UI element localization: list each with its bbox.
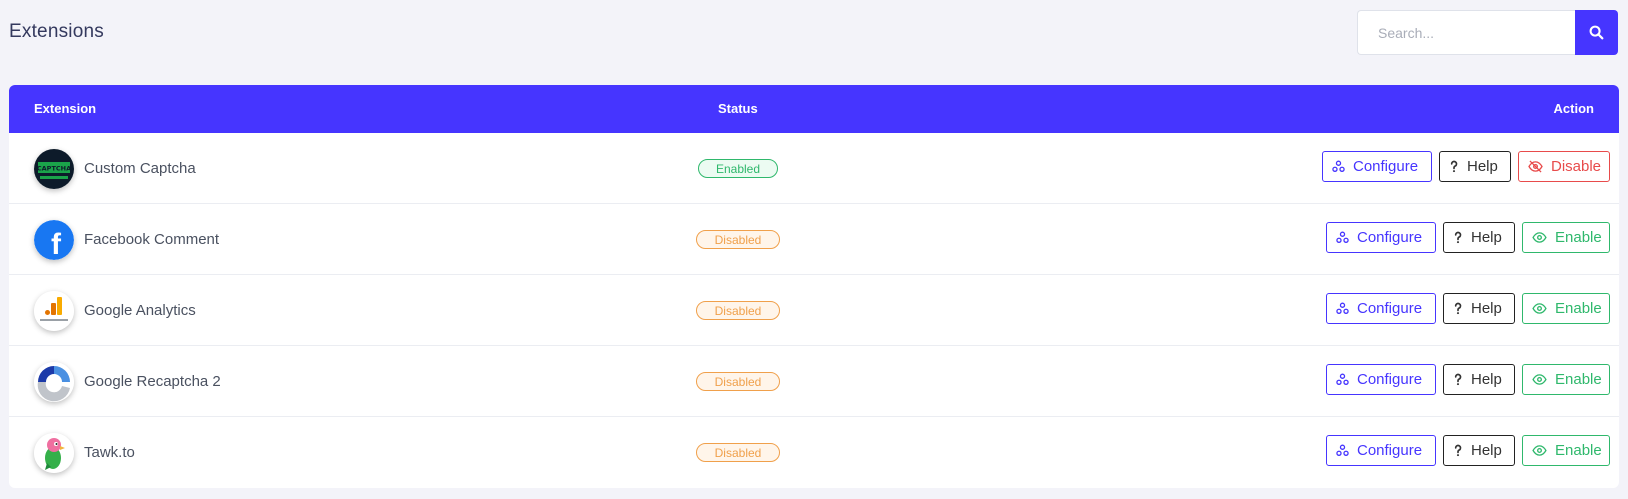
table-row: f Facebook Comment Disabled Configure He… <box>9 204 1619 275</box>
configure-button[interactable]: Configure <box>1326 222 1436 253</box>
column-header-action: Action <box>1553 101 1594 116</box>
help-button[interactable]: Help <box>1443 435 1515 466</box>
search-button[interactable] <box>1575 10 1618 55</box>
table-row: CAPTCHA Custom Captcha Enabled Configure… <box>9 133 1619 204</box>
captcha-logo-text: CAPTCHA <box>37 165 71 173</box>
question-icon <box>1454 373 1462 386</box>
recaptcha-logo <box>34 362 74 402</box>
extension-name: Google Recaptcha 2 <box>84 373 221 390</box>
question-icon <box>1454 302 1462 315</box>
configure-label: Configure <box>1357 229 1423 246</box>
table-row: Tawk.to Disabled Configure Help Enable <box>9 417 1619 488</box>
enable-label: Enable <box>1555 371 1602 388</box>
disable-button[interactable]: Disable <box>1518 151 1610 182</box>
table-row: Google Recaptcha 2 Disabled Configure He… <box>9 346 1619 417</box>
status-badge: Disabled <box>696 372 780 391</box>
eye-slash-icon <box>1528 160 1543 173</box>
status-badge: Enabled <box>698 159 778 178</box>
eye-icon <box>1532 303 1547 314</box>
help-label: Help <box>1471 442 1502 459</box>
help-label: Help <box>1471 229 1502 246</box>
table-row: Google Analytics Disabled Configure Help… <box>9 275 1619 346</box>
configure-icon <box>1336 373 1349 385</box>
configure-label: Configure <box>1357 371 1423 388</box>
row-actions: Configure Help Enable <box>1326 222 1610 253</box>
configure-button[interactable]: Configure <box>1326 435 1436 466</box>
extension-name: Tawk.to <box>84 444 135 461</box>
tawkto-logo <box>34 433 74 473</box>
enable-button[interactable]: Enable <box>1522 293 1610 324</box>
question-icon <box>1450 160 1458 173</box>
enable-label: Enable <box>1555 300 1602 317</box>
help-button[interactable]: Help <box>1443 364 1515 395</box>
column-header-extension: Extension <box>34 101 97 116</box>
help-button[interactable]: Help <box>1443 222 1515 253</box>
row-actions: Configure Help Disable <box>1322 151 1610 182</box>
eye-icon <box>1532 232 1547 243</box>
help-button[interactable]: Help <box>1439 151 1511 182</box>
enable-button[interactable]: Enable <box>1522 435 1610 466</box>
configure-icon <box>1336 302 1349 314</box>
disable-label: Disable <box>1551 158 1602 175</box>
configure-label: Configure <box>1353 158 1419 175</box>
search-input[interactable] <box>1357 10 1575 55</box>
page-title: Extensions <box>9 21 104 42</box>
enable-button[interactable]: Enable <box>1522 364 1610 395</box>
extensions-table: Extension Status Action CAPTCHA Custom C… <box>9 85 1619 488</box>
configure-label: Configure <box>1357 300 1423 317</box>
status-badge: Disabled <box>696 230 780 249</box>
row-actions: Configure Help Enable <box>1326 293 1610 324</box>
table-header: Extension Status Action <box>9 85 1619 133</box>
help-label: Help <box>1471 371 1502 388</box>
eye-icon <box>1532 374 1547 385</box>
top-bar: Extensions <box>0 0 1628 85</box>
configure-button[interactable]: Configure <box>1326 364 1436 395</box>
enable-label: Enable <box>1555 229 1602 246</box>
help-label: Help <box>1467 158 1498 175</box>
configure-button[interactable]: Configure <box>1322 151 1432 182</box>
question-icon <box>1454 444 1462 457</box>
enable-button[interactable]: Enable <box>1522 222 1610 253</box>
question-icon <box>1454 231 1462 244</box>
row-actions: Configure Help Enable <box>1326 435 1610 466</box>
extension-name: Facebook Comment <box>84 231 220 248</box>
extension-name: Google Analytics <box>84 302 196 319</box>
google-analytics-logo <box>34 291 74 331</box>
configure-button[interactable]: Configure <box>1326 293 1436 324</box>
configure-label: Configure <box>1357 442 1423 459</box>
search-bar <box>1357 10 1618 55</box>
extension-name: Custom Captcha <box>84 160 196 177</box>
column-header-status: Status <box>718 101 758 116</box>
status-badge: Disabled <box>696 301 780 320</box>
facebook-logo: f <box>34 220 74 260</box>
configure-icon <box>1332 160 1345 172</box>
eye-icon <box>1532 445 1547 456</box>
enable-label: Enable <box>1555 442 1602 459</box>
configure-icon <box>1336 444 1349 456</box>
facebook-logo-text: f <box>51 228 62 260</box>
captcha-logo: CAPTCHA <box>34 149 74 189</box>
configure-icon <box>1336 231 1349 243</box>
help-label: Help <box>1471 300 1502 317</box>
row-actions: Configure Help Enable <box>1326 364 1610 395</box>
search-icon <box>1589 25 1604 40</box>
status-badge: Disabled <box>696 443 780 462</box>
help-button[interactable]: Help <box>1443 293 1515 324</box>
